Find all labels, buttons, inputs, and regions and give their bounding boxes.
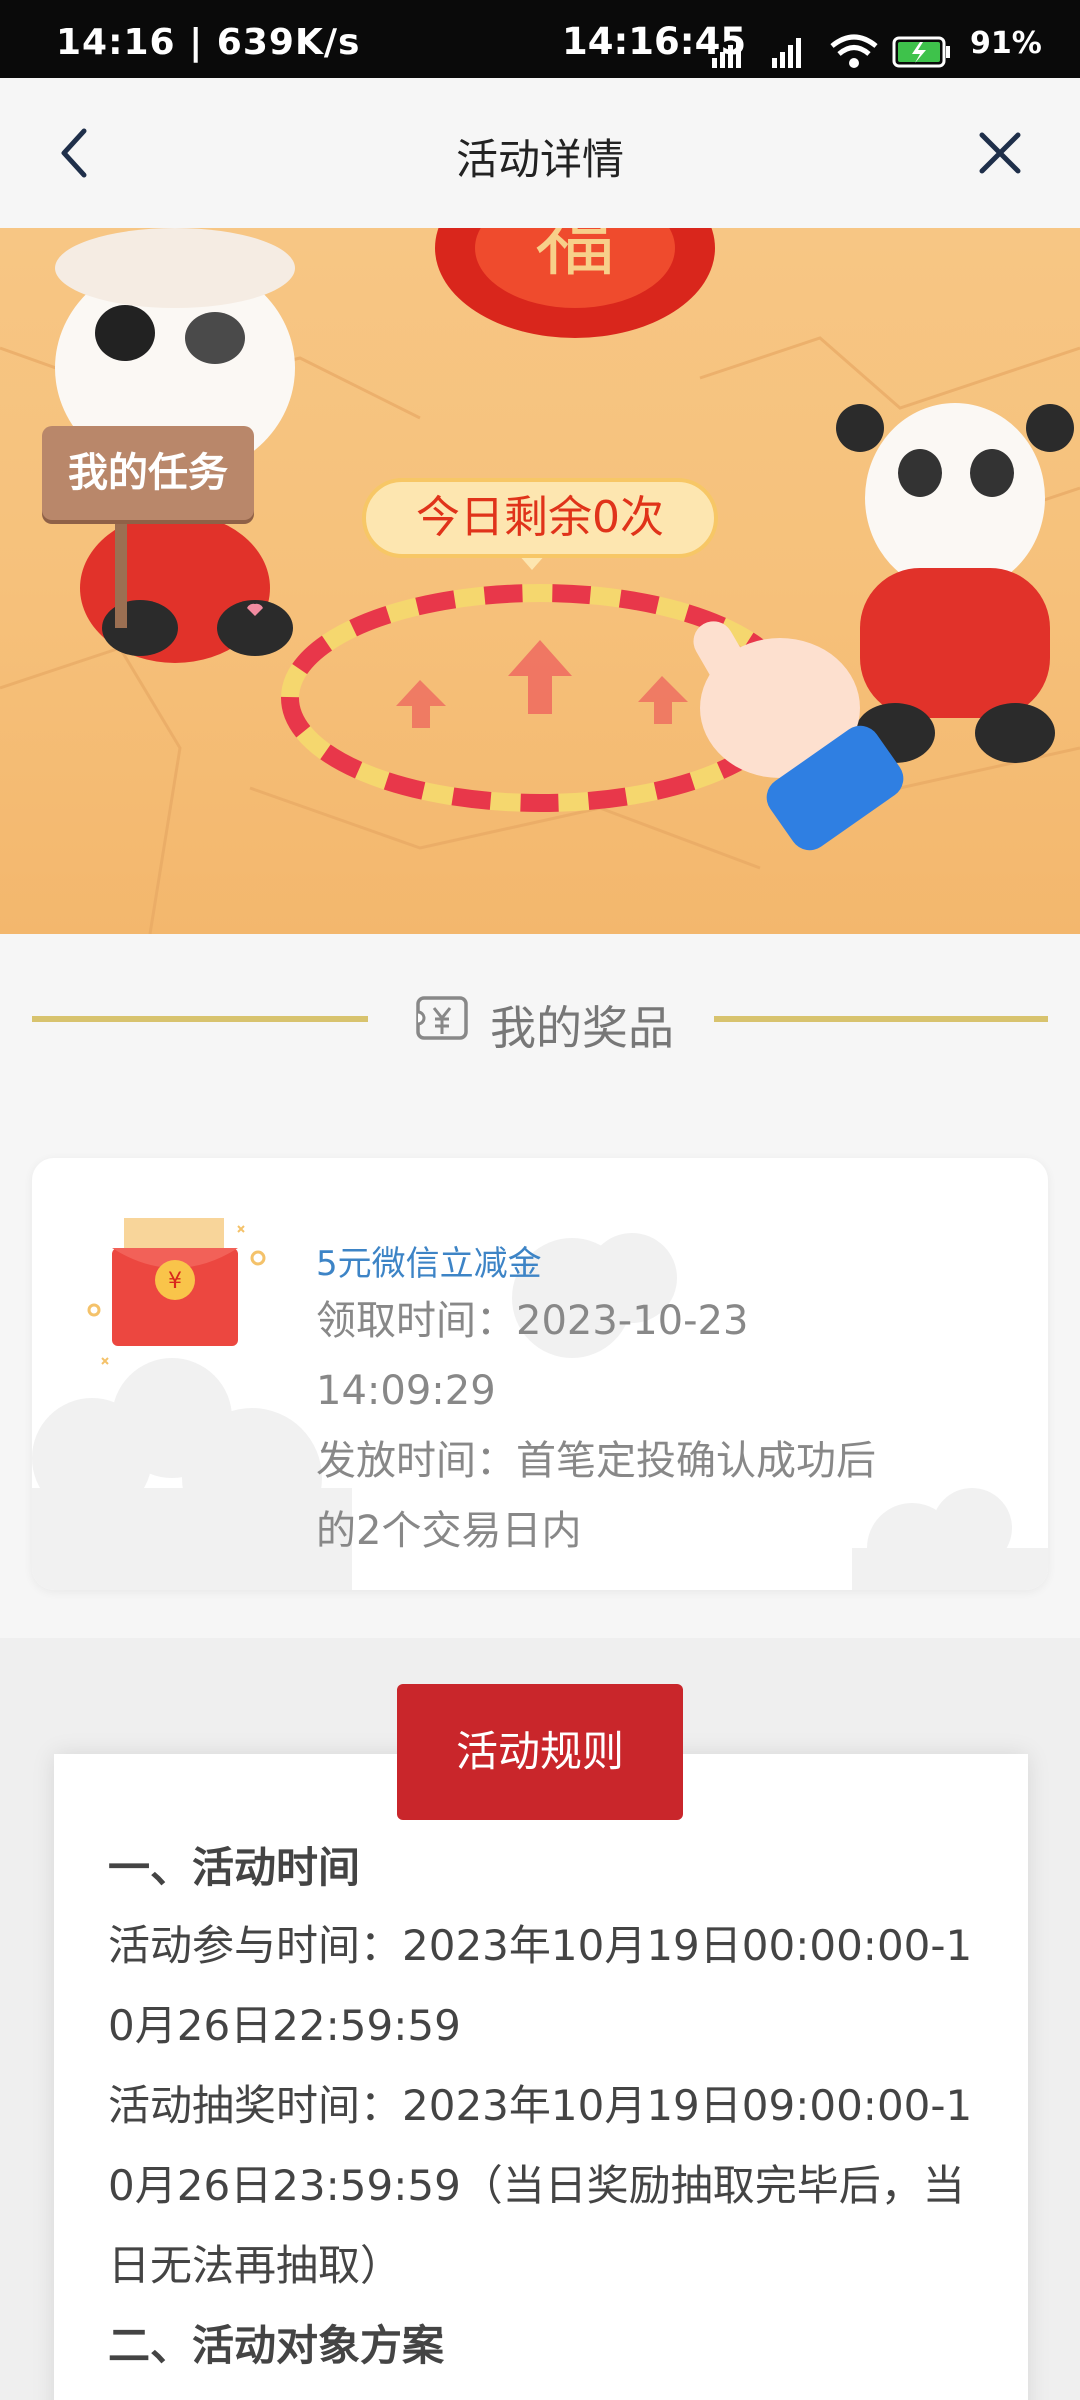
ticket-icon: [416, 996, 468, 1040]
svg-text:福: 福: [535, 228, 615, 287]
prize-area: ¥ 5元微信立减金 领取时间：2023-10-23 14:09:29 发放时间：…: [0, 1138, 1080, 1638]
prize-section-header: 我的奖品: [0, 934, 1080, 1138]
divider-left: [32, 1016, 368, 1022]
close-icon[interactable]: [960, 113, 1040, 193]
my-tasks-button[interactable]: 我的任务: [42, 426, 254, 520]
rule-line: 0月26日23:59:59（当日奖励抽取完毕后，当: [108, 2161, 965, 2210]
rules-card: 一、活动时间 活动参与时间：2023年10月19日00:00:00-1 0月26…: [54, 1754, 1028, 2400]
rules-heading-time: 一、活动时间: [108, 1843, 361, 1892]
remaining-chances-badge: 今日剩余0次: [362, 478, 718, 558]
rule-line: 活动抽奖时间：2023年10月19日09:00:00-1: [108, 2081, 973, 2130]
divider-right: [714, 1016, 1048, 1022]
battery-percent: 91%: [970, 26, 1042, 61]
rule-line: 0月26日22:59:59: [108, 2001, 461, 2050]
issue-time-line1: 发放时间：首笔定投确认成功后: [316, 1438, 876, 1484]
status-time-speed: 14:16 | 639K/s: [56, 22, 361, 63]
rule-line: 日无法再抽取）: [108, 2241, 403, 2290]
prize-card: ¥ 5元微信立减金 领取时间：2023-10-23 14:09:29 发放时间：…: [32, 1158, 1048, 1590]
activity-rules-button[interactable]: 活动规则: [397, 1684, 683, 1820]
red-envelope-icon: ¥: [87, 1218, 266, 1365]
claim-time-line1: 领取时间：2023-10-23: [316, 1298, 749, 1344]
banner-illustration: 福: [0, 228, 1080, 934]
rule-line: 活动参与时间：2023年10月19日00:00:00-1: [108, 1921, 973, 1970]
activity-banner: 福 我的任务 今日剩余0次: [0, 228, 1080, 934]
prize-name: 5元微信立减金: [316, 1244, 542, 1284]
page-title: 活动详情: [455, 135, 624, 184]
rules-heading-target: 二、活动对象方案: [108, 2321, 445, 2370]
page: 14:16 | 639K/s 14:16:45 91% 活动详情 福 我的任务 …: [0, 0, 1080, 2400]
issue-time-line2: 的2个交易日内: [316, 1508, 582, 1554]
rules-section: 一、活动时间 活动参与时间：2023年10月19日00:00:00-1 0月26…: [0, 1638, 1080, 2400]
status-bar: 14:16 | 639K/s 14:16:45 91%: [0, 0, 1080, 78]
claim-time-line2: 14:09:29: [316, 1368, 496, 1414]
svg-text:¥: ¥: [168, 1269, 182, 1294]
prize-section-title: 我的奖品: [490, 1001, 674, 1055]
title-bar: 活动详情: [0, 78, 1080, 228]
